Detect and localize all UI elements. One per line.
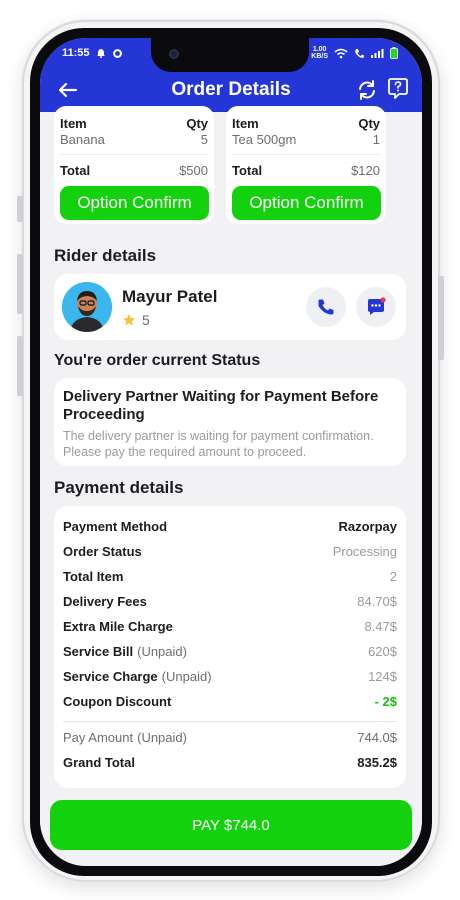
content-area: Item Qty Banana 5 Total $500 Option Confirm… (40, 106, 422, 866)
divider (63, 721, 397, 722)
chat-rider-button[interactable] (356, 287, 396, 327)
phone-mute-switch (17, 196, 23, 222)
rider-name: Mayur Patel (122, 287, 218, 306)
option-confirm-button[interactable]: Option Confirm (60, 186, 209, 220)
network-speed: 1.00 KB/S (311, 46, 328, 60)
payment-label: Coupon Discount (63, 694, 172, 709)
payment-value: 84.70$ (357, 594, 397, 609)
grand-total-row: Grand Total 835.2$ (63, 750, 397, 775)
battery-icon (390, 47, 398, 59)
payment-value: Processing (332, 544, 397, 559)
alarm-icon (96, 49, 105, 58)
phone-volume-up (17, 254, 23, 314)
volte-call-icon (355, 48, 364, 58)
option-confirm-button[interactable]: Option Confirm (232, 186, 381, 220)
pay-amount-value: 744.0$ (357, 730, 397, 745)
item-cards-row: Item Qty Banana 5 Total $500 Option Confirm… (54, 106, 386, 224)
payment-label: Delivery Fees (63, 594, 147, 609)
pay-amount-label: Pay Amount (63, 730, 134, 745)
payment-row: Service Bill (Unpaid) 620$ (63, 639, 397, 664)
rider-avatar (62, 282, 112, 332)
payment-details-card: Payment Method Razorpay Order Status Pro… (54, 506, 406, 788)
payment-label: Extra Mile Charge (63, 619, 173, 634)
item-column-header: Item (60, 116, 87, 131)
status-time: 11:55 (62, 47, 90, 59)
order-status-card: Delivery Partner Waiting for Payment Bef… (54, 378, 406, 466)
grand-total-label: Grand Total (63, 755, 135, 770)
payment-row: Payment Method Razorpay (63, 514, 397, 539)
refresh-icon[interactable] (356, 79, 378, 101)
phone-icon (318, 299, 334, 315)
payment-label: Total Item (63, 569, 124, 584)
total-value: $500 (179, 163, 208, 178)
item-name: Banana (60, 132, 105, 147)
phone-power-button (438, 276, 444, 360)
chat-icon (368, 297, 386, 315)
payment-value: 124$ (368, 669, 397, 684)
payment-value: 620$ (368, 644, 397, 659)
payment-row: Order Status Processing (63, 539, 397, 564)
order-status-heading: You're order current Status (54, 352, 261, 369)
qty-column-header: Qty (358, 116, 380, 131)
rider-rating: 5 (122, 312, 150, 328)
order-status-title: Delivery Partner Waiting for Payment Bef… (63, 388, 379, 423)
phone-volume-down (17, 336, 23, 396)
coupon-discount-value: - 2$ (374, 694, 397, 709)
item-name: Tea 500gm (232, 132, 297, 147)
divider (60, 154, 208, 155)
divider (232, 154, 380, 155)
total-label: Total (60, 163, 91, 178)
total-label: Total (232, 163, 263, 178)
payment-label: Service Charge (63, 669, 158, 684)
star-icon (123, 314, 135, 326)
signal-icon (371, 48, 384, 58)
call-rider-button[interactable] (306, 287, 346, 327)
help-chat-icon[interactable] (386, 77, 410, 101)
pay-button[interactable]: PAY $744.0 (50, 800, 412, 850)
payment-label: Service Bill (63, 644, 134, 659)
payment-row: Service Charge (Unpaid) 124$ (63, 664, 397, 689)
order-status-description: The delivery partner is waiting for paym… (63, 429, 374, 459)
payment-note: (Unpaid) (161, 669, 212, 684)
payment-label: Order Status (63, 544, 142, 559)
payment-value: 8.47$ (364, 619, 397, 634)
payment-row: Total Item 2 (63, 564, 397, 589)
rider-details-heading: Rider details (54, 246, 157, 265)
item-column-header: Item (232, 116, 259, 131)
rating-value: 5 (142, 312, 150, 328)
payment-note: (Unpaid) (137, 644, 187, 659)
item-card: Item Qty Banana 5 Total $500 Option Confirm (54, 106, 214, 224)
payment-label: Payment Method (63, 519, 168, 534)
item-card: Item Qty Tea 500gm 1 Total $120 Option Conf… (226, 106, 386, 224)
item-qty: 5 (200, 132, 208, 147)
payment-row: Coupon Discount - 2$ (63, 689, 397, 714)
camera-lens (169, 49, 179, 59)
payment-row: Delivery Fees 84.70$ (63, 589, 397, 614)
rider-card: Mayur Patel 5 (54, 274, 406, 340)
payment-details-heading: Payment details (54, 478, 184, 497)
grand-total-value: 835.2$ (357, 755, 397, 770)
payment-value: Razorpay (338, 519, 397, 534)
total-value: $120 (351, 163, 380, 178)
item-qty: 1 (372, 132, 380, 147)
screen: 11:55 1.00 KB/S Order Details Item Qty Ba… (40, 38, 422, 866)
payment-value: 2 (389, 569, 397, 584)
camera-notch (151, 38, 309, 72)
wifi-icon (334, 48, 348, 58)
whatsapp-icon (112, 48, 122, 58)
qty-column-header: Qty (186, 116, 208, 131)
payment-row: Extra Mile Charge 8.47$ (63, 614, 397, 639)
pay-amount-note: (Unpaid) (137, 730, 187, 745)
pay-amount-row: Pay Amount (Unpaid) 744.0$ (63, 725, 397, 750)
